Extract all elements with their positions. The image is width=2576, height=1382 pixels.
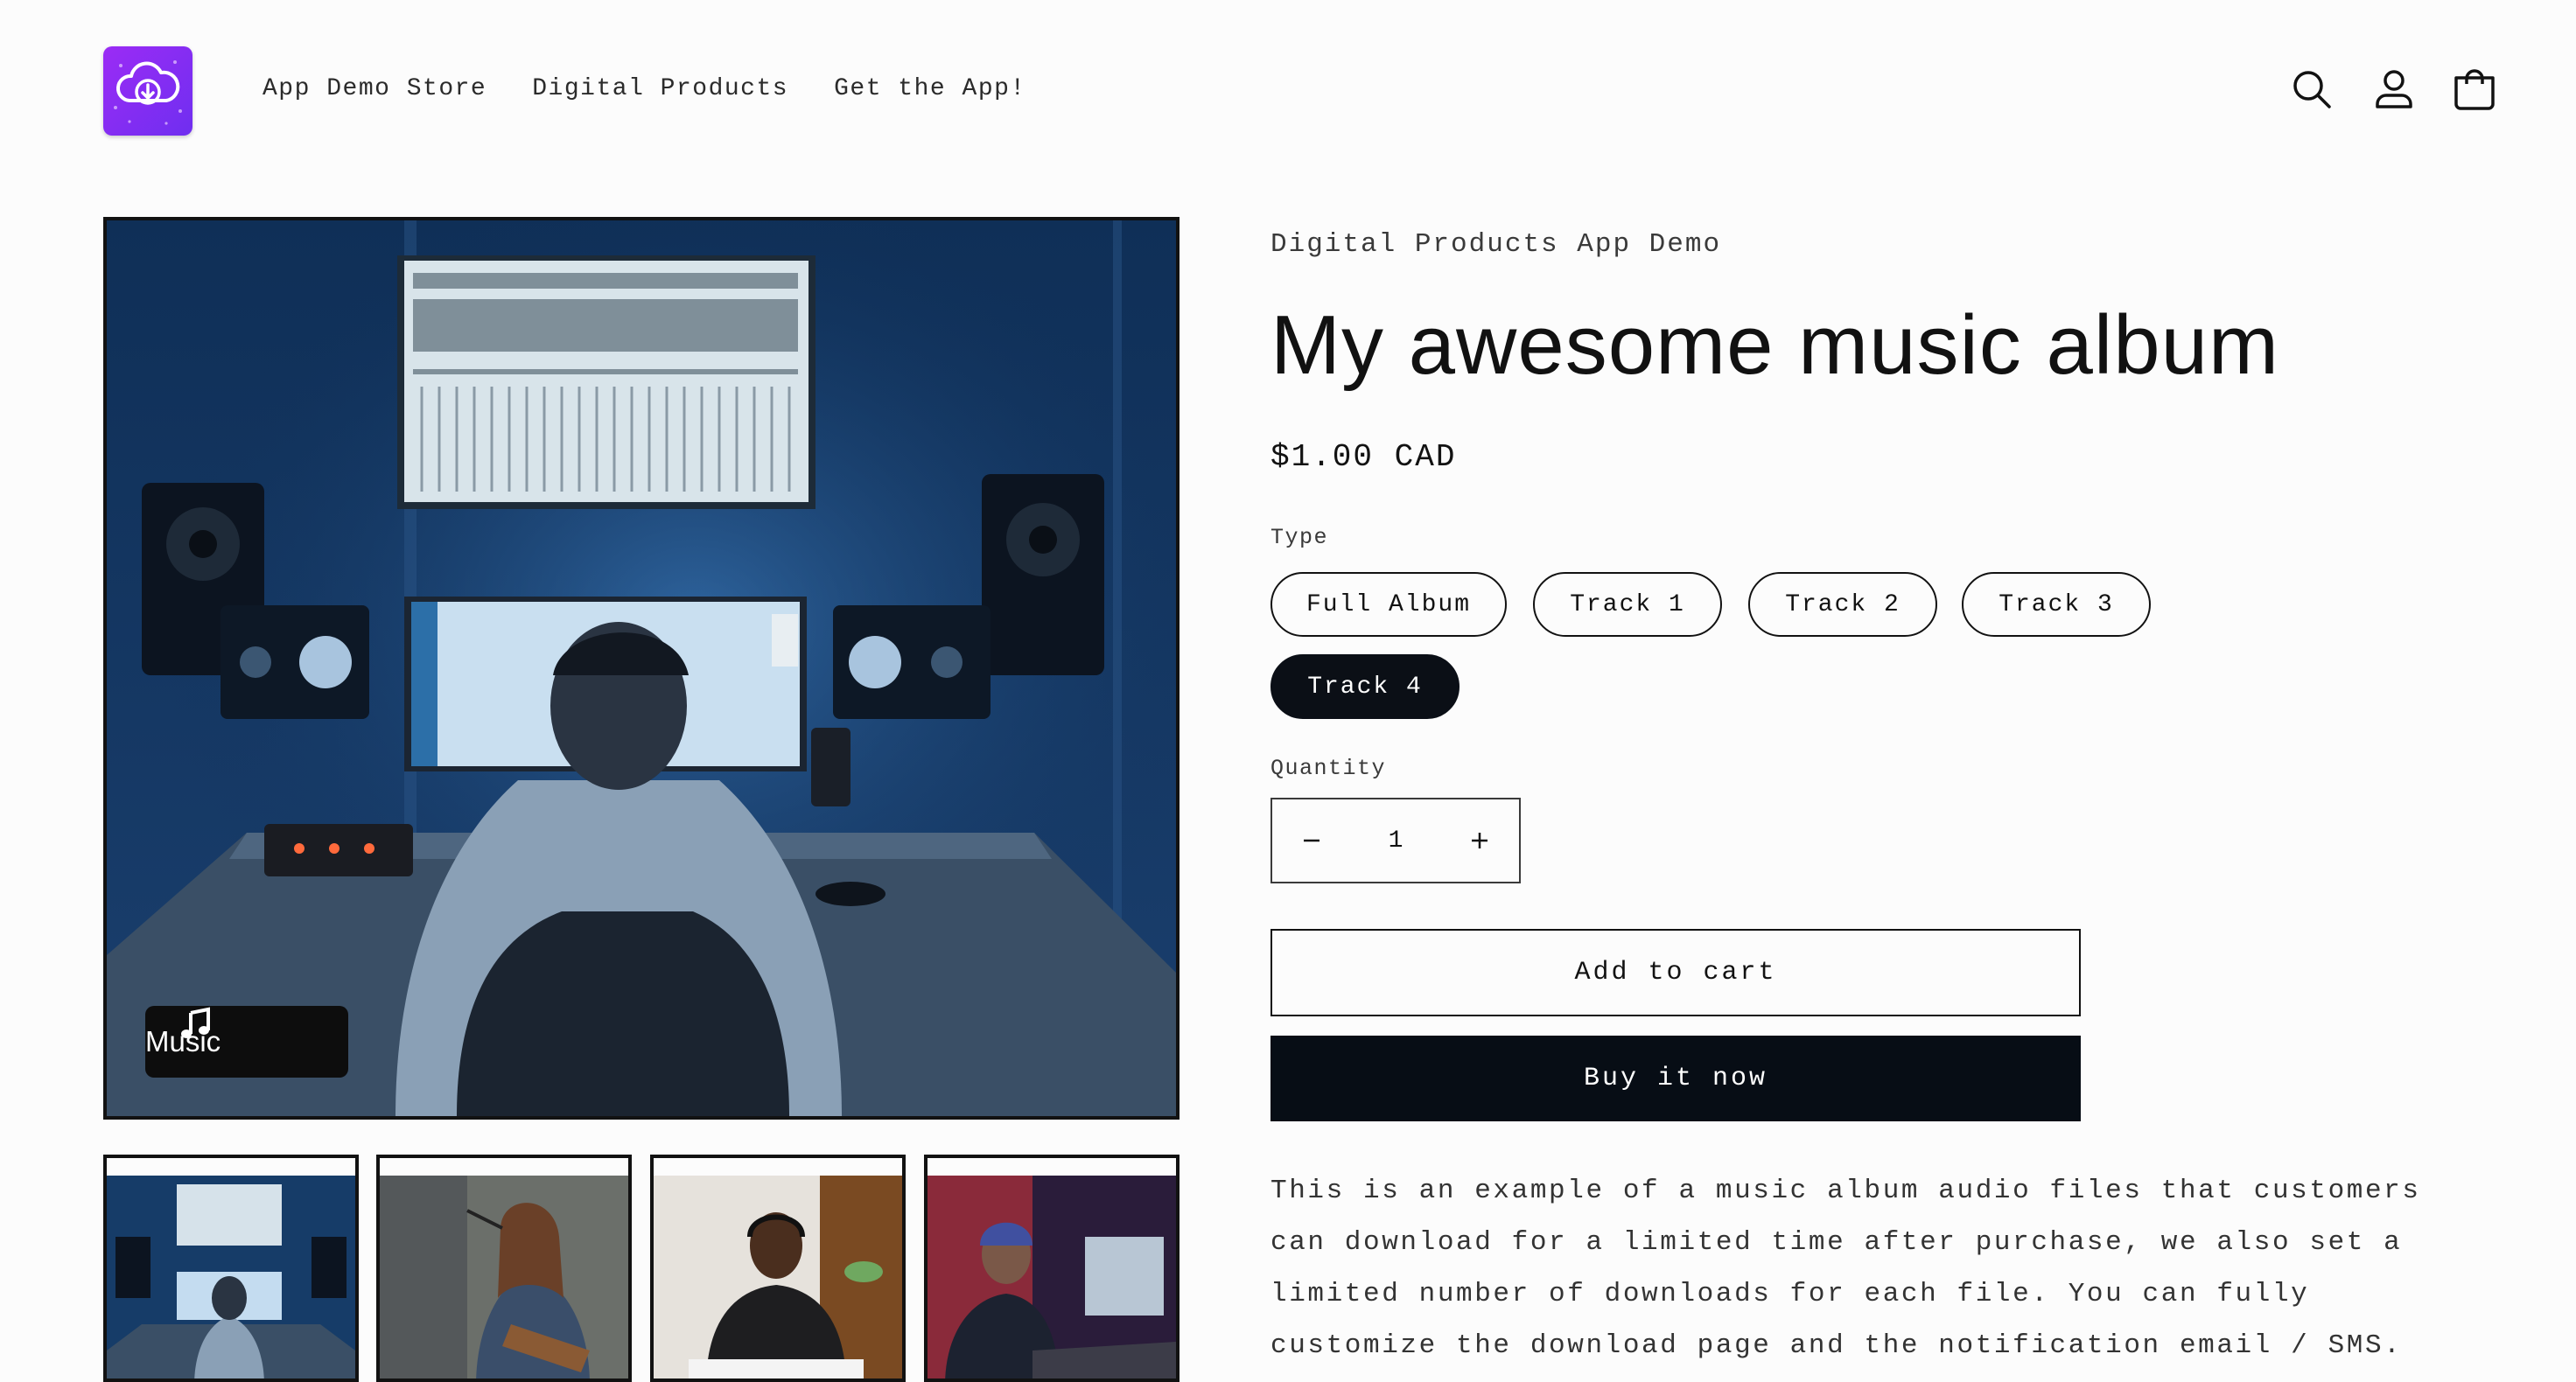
product-price: $1.00 CAD [1270,439,1457,475]
nav-get-the-app[interactable]: Get the App! [834,75,1026,102]
variant-full-album[interactable]: Full Album [1270,572,1507,637]
main-nav: App Demo Store Digital Products Get the … [262,75,1026,102]
quantity-stepper: 1 [1270,798,1521,883]
quantity-increase-button[interactable] [1440,799,1519,882]
variant-track-1[interactable]: Track 1 [1533,572,1722,637]
studio-thumbnail [107,1176,355,1379]
plus-icon [1472,833,1488,848]
product-title: My awesome music album [1270,298,2279,392]
nav-app-demo-store[interactable]: App Demo Store [262,75,486,102]
music-badge: Music [145,1006,348,1078]
nav-digital-products[interactable]: Digital Products [532,75,788,102]
thumbnail-singer[interactable] [376,1155,632,1382]
producer-thumbnail [928,1176,1176,1379]
buy-it-now-button[interactable]: Buy it now [1270,1036,2081,1121]
thumbnail-pianist[interactable] [650,1155,906,1382]
variant-track-4[interactable]: Track 4 [1270,654,1460,719]
variant-track-2[interactable]: Track 2 [1748,572,1937,637]
music-note-icon [181,1007,210,1038]
minus-icon [1304,839,1320,842]
search-icon[interactable] [2289,66,2334,112]
variant-track-3[interactable]: Track 3 [1962,572,2151,637]
singer-thumbnail [380,1176,628,1379]
store-logo[interactable] [103,46,192,136]
type-label: Type [1270,525,1329,550]
add-to-cart-button[interactable]: Add to cart [1270,929,2081,1016]
pianist-thumbnail [654,1176,902,1379]
quantity-input[interactable]: 1 [1351,827,1440,855]
product-main-image[interactable]: Music [103,217,1180,1120]
cart-icon[interactable] [2452,66,2497,112]
studio-photo [107,220,1176,1116]
product-description: This is an example of a music album audi… [1270,1176,2421,1361]
thumbnail-studio[interactable] [103,1155,359,1382]
quantity-label: Quantity [1270,756,1387,781]
cloud-download-icon [114,60,182,125]
product-vendor: Digital Products App Demo [1270,229,1722,260]
thumbnail-producer[interactable] [924,1155,1180,1382]
quantity-decrease-button[interactable] [1272,799,1351,882]
account-icon[interactable] [2371,66,2417,112]
